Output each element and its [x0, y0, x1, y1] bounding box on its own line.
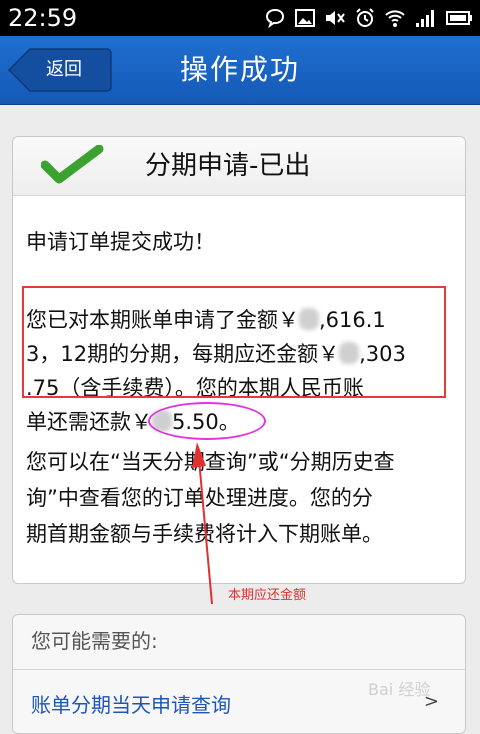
watermark: Bai 经验 — [368, 680, 431, 699]
installment-query-link[interactable]: 账单分期当天申请查询 — [31, 689, 231, 718]
annotation-label: 本期应还金额 — [228, 588, 307, 603]
divider — [13, 669, 465, 670]
suggestions-card: 您可能需要的: 账单分期当天申请查询 > — [12, 614, 466, 734]
suggestions-title: 您可能需要的: — [31, 629, 158, 653]
